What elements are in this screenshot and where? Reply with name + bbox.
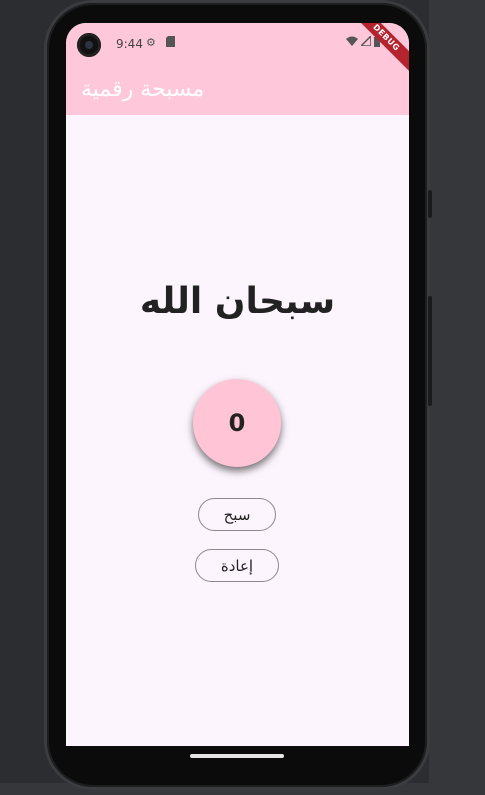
app-title: مسبحة رقمية: [81, 77, 205, 102]
dhikr-text: سبحان الله: [139, 281, 336, 322]
wifi-icon: [346, 36, 358, 50]
app-bar: مسبحة رقمية: [66, 67, 409, 115]
power-button[interactable]: [428, 296, 432, 406]
device-stage: 9:44 ⚙ مسبحة رقمية DEBUG سبحان الله 0 سب…: [0, 0, 485, 795]
tasbih-counter[interactable]: 0: [193, 379, 281, 467]
reset-button[interactable]: إعادة: [195, 549, 279, 582]
settings-icon: ⚙: [146, 36, 156, 49]
sim-card-icon: [166, 36, 175, 51]
app-screen: 9:44 ⚙ مسبحة رقمية DEBUG سبحان الله 0 سب…: [66, 23, 409, 746]
front-camera: [77, 33, 101, 57]
side-panel: [429, 0, 485, 795]
volume-button[interactable]: [428, 190, 432, 218]
tasbih-button[interactable]: سبح: [198, 498, 276, 531]
signal-icon: [359, 34, 372, 50]
status-bar: 9:44 ⚙: [66, 23, 409, 67]
navigation-bar: [66, 746, 409, 776]
home-gesture-handle[interactable]: [190, 754, 284, 758]
status-time: 9:44: [116, 37, 143, 51]
